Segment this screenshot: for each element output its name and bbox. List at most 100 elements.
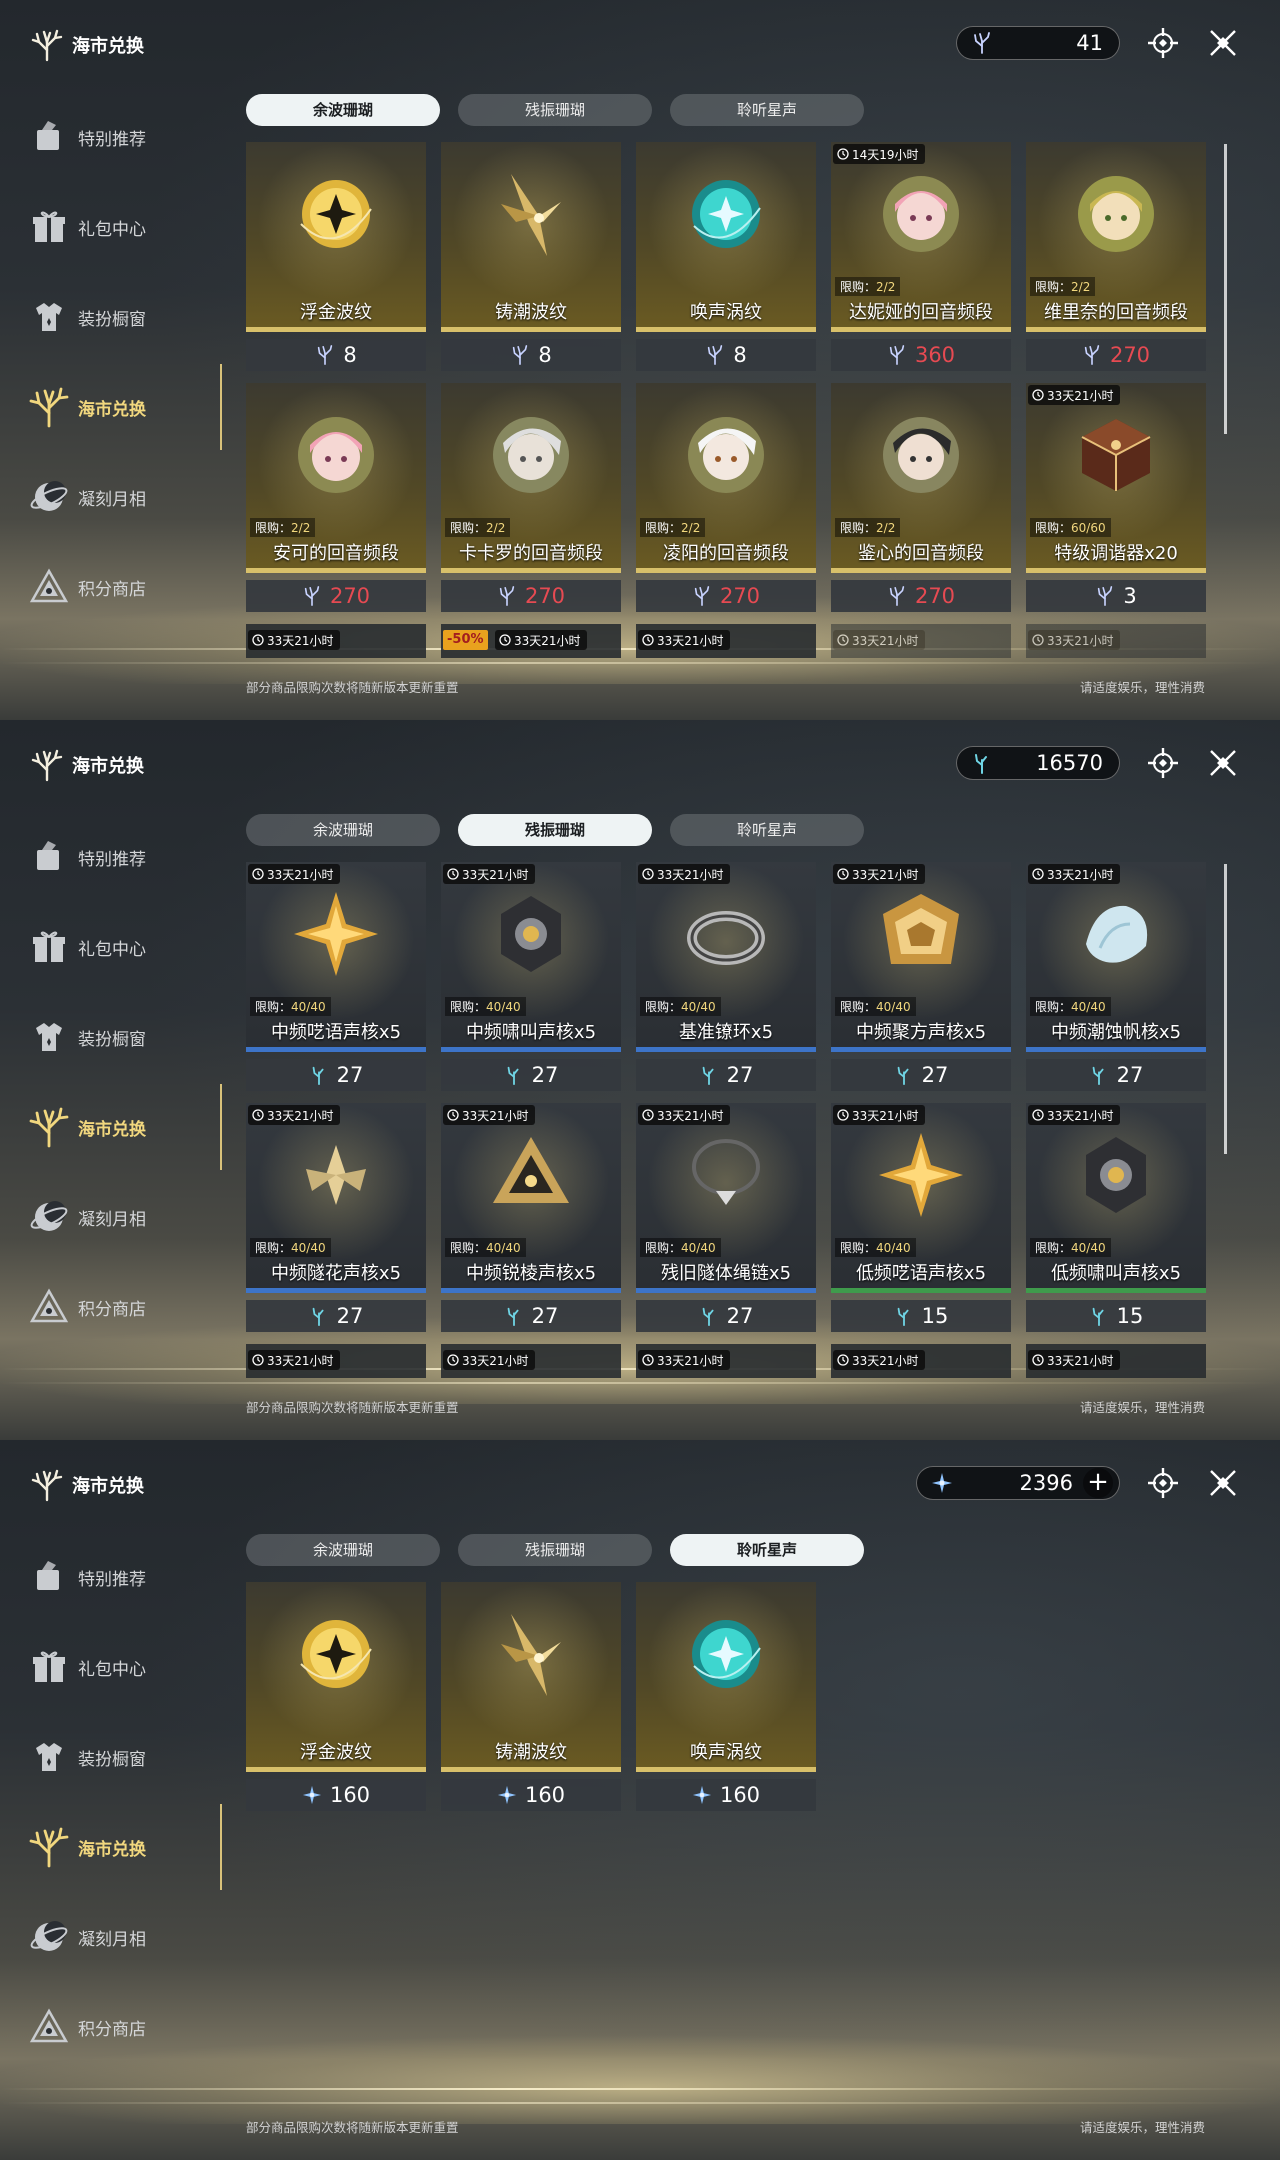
sidebar-item[interactable]: 特别推荐 xyxy=(28,92,220,182)
shop-item-card[interactable]: 限购：2/2 鉴心的回音频段 270 xyxy=(831,383,1011,612)
shop-title: 海市兑换 xyxy=(30,748,144,782)
sidebar-item[interactable]: 装扮橱窗 xyxy=(28,1712,220,1802)
shop-item-card[interactable]: 铸潮波纹 160 xyxy=(441,1582,621,1811)
next-row-item[interactable]: 33天21小时 xyxy=(1026,624,1206,658)
sidebar-item[interactable]: 凝刻月相 xyxy=(28,452,220,542)
shop-item-card[interactable]: 33天21小时 限购：40/40 中频锐棱声核x5 27 xyxy=(441,1103,621,1332)
rarity-bar xyxy=(636,327,816,332)
limit-value: 40/40 xyxy=(876,1000,911,1014)
shop-item-card[interactable]: 浮金波纹 8 xyxy=(246,142,426,371)
tab[interactable]: 余波珊瑚 xyxy=(246,1534,440,1566)
next-row-item[interactable]: 33天21小时 xyxy=(246,624,426,658)
shop-item-card[interactable]: 33天21小时 限购：40/40 中频啸叫声核x5 27 xyxy=(441,862,621,1091)
sidebar-item[interactable]: 礼包中心 xyxy=(28,1622,220,1712)
timer-text: 14天19小时 xyxy=(852,147,919,162)
limit-value: 2/2 xyxy=(681,521,701,535)
tab[interactable]: 余波珊瑚 xyxy=(246,814,440,846)
clock-icon xyxy=(837,634,849,646)
tab[interactable]: 聆听星声 xyxy=(670,814,864,846)
price-value: 270 xyxy=(329,584,371,608)
next-row-item[interactable]: 33天21小时 xyxy=(831,1344,1011,1378)
shop-item-card[interactable]: 33天21小时 限购：40/40 中频聚方声核x5 27 xyxy=(831,862,1011,1091)
shop-item-card[interactable]: 33天21小时 限购：40/40 中频隧花声核x5 27 xyxy=(246,1103,426,1332)
target-icon[interactable] xyxy=(1146,26,1180,60)
ring-icon xyxy=(676,884,776,984)
tab[interactable]: 残振珊瑚 xyxy=(458,1534,652,1566)
tab[interactable]: 残振珊瑚 xyxy=(458,814,652,846)
item-price: 270 xyxy=(831,580,1011,612)
timer-text: 33天21小时 xyxy=(462,867,529,882)
timer-text: 33天21小时 xyxy=(657,867,724,882)
sidebar-item[interactable]: 海市兑换 xyxy=(28,362,222,452)
item-tile: 唤声涡纹 xyxy=(636,1582,816,1772)
shop-panel: 海市兑换 特别推荐 礼包中心 装扮橱窗 海市兑换 凝刻月相 积分商店 16570 余波珊瑚 残振珊… xyxy=(0,720,1280,1440)
shop-item-card[interactable]: 14天19小时 限购：2/2 达妮娅的回音频段 360 xyxy=(831,142,1011,371)
item-price: 360 xyxy=(831,339,1011,371)
next-row-item[interactable]: 33天21小时 xyxy=(831,624,1011,658)
sidebar-item[interactable]: 海市兑换 xyxy=(28,1082,222,1172)
sidebar-item[interactable]: 装扮橱窗 xyxy=(28,272,220,362)
shop-item-card[interactable]: 33天21小时 限购：40/40 低频啸叫声核x5 15 xyxy=(1026,1103,1206,1332)
shop-item-card[interactable]: 33天21小时 限购：40/40 基准镣环x5 27 xyxy=(636,862,816,1091)
shop-item-card[interactable]: 33天21小时 限购：40/40 中频呓语声核x5 27 xyxy=(246,862,426,1091)
shop-item-card[interactable]: 33天21小时 限购：40/40 中频潮蚀帆核x5 27 xyxy=(1026,862,1206,1091)
item-name: 中频潮蚀帆核x5 xyxy=(1050,1022,1182,1043)
next-row-item[interactable]: 33天21小时 xyxy=(441,1344,621,1378)
tab[interactable]: 聆听星声 xyxy=(670,94,864,126)
limit-label: 限购： xyxy=(450,1000,487,1014)
next-row-item[interactable]: 33天21小时 xyxy=(636,1344,816,1378)
add-currency-button[interactable]: + xyxy=(1083,1468,1113,1498)
scrollbar[interactable] xyxy=(1224,144,1227,434)
next-row-item[interactable]: -50% 33天21小时 xyxy=(441,624,621,658)
sidebar-item[interactable]: 礼包中心 xyxy=(28,182,220,272)
sidebar-item[interactable]: 积分商店 xyxy=(28,542,220,632)
sidebar-item[interactable]: 凝刻月相 xyxy=(28,1172,220,1262)
shop-item-card[interactable]: 铸潮波纹 8 xyxy=(441,142,621,371)
currency-icon xyxy=(510,345,530,365)
shop-item-card[interactable]: 33天21小时 限购：60/60 特级调谐器x20 3 xyxy=(1026,383,1206,612)
purchase-limit: 限购：60/60 xyxy=(1030,518,1111,537)
sidebar-item[interactable]: 积分商店 xyxy=(28,1262,220,1352)
sidebar-item[interactable]: 礼包中心 xyxy=(28,902,220,992)
next-row-item[interactable]: 33天21小时 xyxy=(1026,1344,1206,1378)
sidebar-item[interactable]: 装扮橱窗 xyxy=(28,992,220,1082)
item-tile: 33天21小时 限购：40/40 中频呓语声核x5 xyxy=(246,862,426,1052)
next-row-item[interactable]: 33天21小时 xyxy=(636,624,816,658)
sidebar-item[interactable]: 海市兑换 xyxy=(28,1802,222,1892)
target-icon[interactable] xyxy=(1146,1466,1180,1500)
shop-item-card[interactable]: 33天21小时 限购：40/40 低频呓语声核x5 15 xyxy=(831,1103,1011,1332)
portrait-white-icon xyxy=(676,405,776,505)
shop-item-card[interactable]: 限购：2/2 维里奈的回音频段 270 xyxy=(1026,142,1206,371)
close-icon[interactable] xyxy=(1206,1466,1240,1500)
sidebar-item[interactable]: 积分商店 xyxy=(28,1982,220,2072)
shop-item-card[interactable]: 33天21小时 限购：40/40 残旧隧体绳链x5 27 xyxy=(636,1103,816,1332)
portrait-pink-icon xyxy=(286,405,386,505)
sidebar-item-label: 凝刻月相 xyxy=(78,1929,146,1950)
tab[interactable]: 聆听星声 xyxy=(670,1534,864,1566)
currency-icon xyxy=(302,586,322,606)
next-row-item[interactable]: 33天21小时 xyxy=(246,1344,426,1378)
shop-item-card[interactable]: 限购：2/2 凌阳的回音频段 270 xyxy=(636,383,816,612)
sidebar-item[interactable]: 特别推荐 xyxy=(28,812,220,902)
shop-item-card[interactable]: 唤声涡纹 8 xyxy=(636,142,816,371)
shop-item-card[interactable]: 唤声涡纹 160 xyxy=(636,1582,816,1811)
shop-title: 海市兑换 xyxy=(30,1468,144,1502)
shop-item-card[interactable]: 限购：2/2 卡卡罗的回音频段 270 xyxy=(441,383,621,612)
sidebar-item[interactable]: 特别推荐 xyxy=(28,1532,220,1622)
shop-item-card[interactable]: 限购：2/2 安可的回音频段 270 xyxy=(246,383,426,612)
sidebar-item-label: 装扮橱窗 xyxy=(78,309,146,330)
tab[interactable]: 残振珊瑚 xyxy=(458,94,652,126)
target-icon[interactable] xyxy=(1146,746,1180,780)
close-icon[interactable] xyxy=(1206,746,1240,780)
sidebar-item[interactable]: 凝刻月相 xyxy=(28,1892,220,1982)
clock-icon xyxy=(447,1109,459,1121)
rarity-bar xyxy=(831,1288,1011,1293)
shop-item-card[interactable]: 浮金波纹 160 xyxy=(246,1582,426,1811)
tab[interactable]: 余波珊瑚 xyxy=(246,94,440,126)
price-value: 27 xyxy=(336,1063,364,1087)
clock-icon xyxy=(1032,389,1044,401)
reset-note: 部分商品限购次数将随新版本更新重置 xyxy=(246,2120,459,2135)
close-icon[interactable] xyxy=(1206,26,1240,60)
scrollbar[interactable] xyxy=(1224,864,1227,1154)
clock-icon xyxy=(252,634,264,646)
